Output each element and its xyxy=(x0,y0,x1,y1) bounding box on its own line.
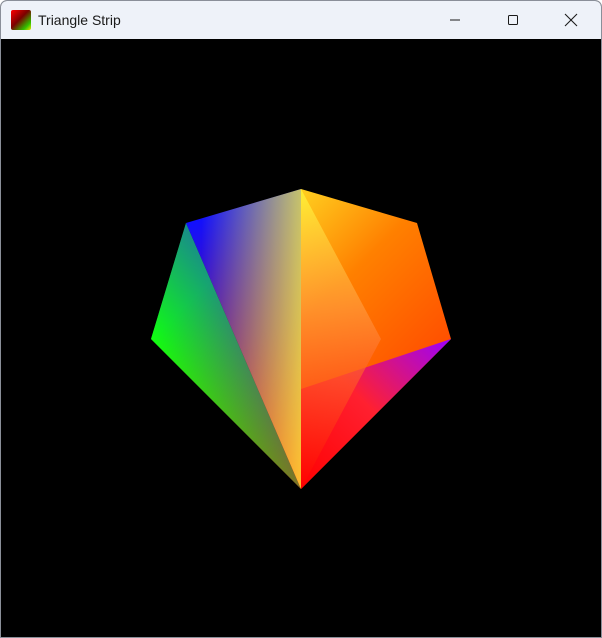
maximize-icon xyxy=(508,15,518,25)
render-canvas[interactable] xyxy=(1,39,601,637)
app-window: Triangle Strip xyxy=(0,0,602,638)
minimize-icon xyxy=(450,19,460,21)
window-title: Triangle Strip xyxy=(38,12,121,28)
maximize-button[interactable] xyxy=(484,1,542,39)
close-button[interactable] xyxy=(542,1,600,39)
app-icon[interactable] xyxy=(11,10,31,30)
minimize-button[interactable] xyxy=(426,1,484,39)
close-icon xyxy=(564,13,578,27)
title-bar[interactable]: Triangle Strip xyxy=(1,1,601,39)
triangle-strip-shape xyxy=(151,189,451,489)
